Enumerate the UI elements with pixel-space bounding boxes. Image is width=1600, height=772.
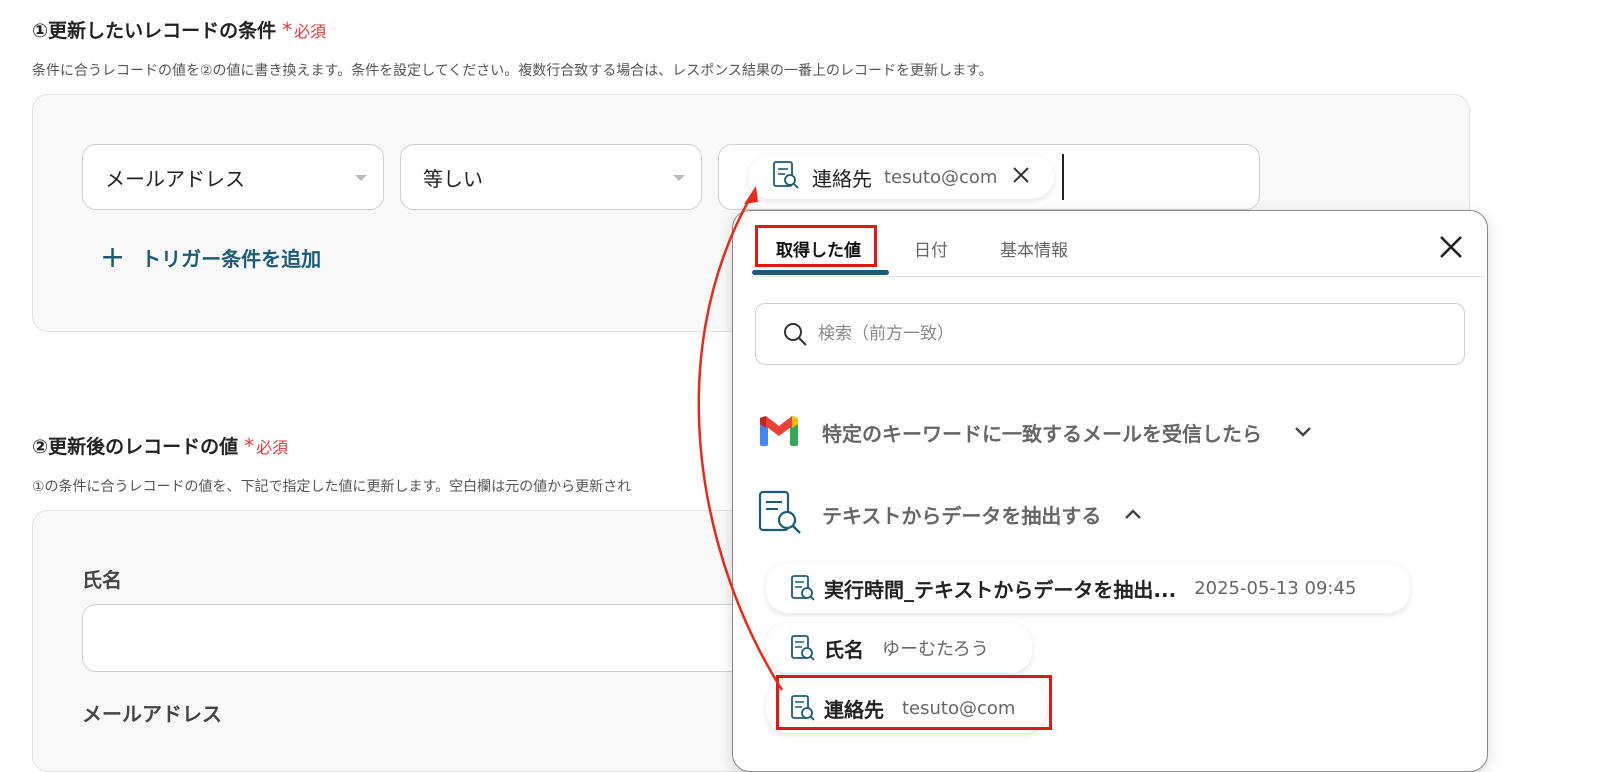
annotation-arrow <box>697 186 784 691</box>
